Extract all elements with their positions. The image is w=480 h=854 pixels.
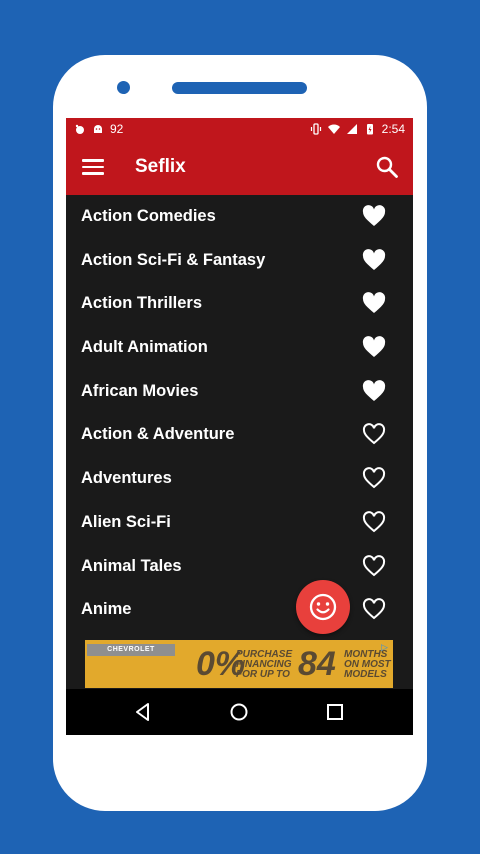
category-label: Adventures [81, 469, 172, 488]
list-item[interactable]: Action Sci-Fi & Fantasy [66, 239, 413, 283]
category-label: Action Comedies [81, 207, 216, 225]
heart-outline-icon[interactable] [362, 467, 386, 489]
search-icon[interactable] [375, 155, 399, 179]
fab-button[interactable] [296, 580, 350, 634]
hamburger-menu-icon[interactable] [82, 156, 104, 178]
list-item[interactable]: Action Thrillers [66, 282, 413, 326]
heart-outline-icon[interactable] [362, 510, 386, 533]
heart-outline-icon[interactable] [362, 598, 386, 620]
ad-months-line3: MODELS [344, 669, 387, 680]
ad-months-number: 84 [298, 645, 336, 683]
wifi-icon [327, 124, 340, 134]
list-item[interactable]: Animal Tales [66, 545, 413, 589]
phone-speaker [172, 82, 307, 94]
ad-line3: FOR UP TO [236, 669, 290, 680]
category-list: Action Comedies Action Sci-Fi & Fantasy Ac… [66, 195, 413, 632]
category-label: Alien Sci-Fi [81, 512, 171, 531]
ad-brand: CHEVROLET [87, 644, 175, 656]
category-label: Anime [81, 600, 132, 619]
app-title: Seflix [135, 156, 186, 177]
heart-filled-icon[interactable] [362, 292, 386, 314]
recents-square-icon[interactable] [324, 701, 346, 723]
heart-filled-icon[interactable] [362, 379, 386, 402]
list-item[interactable]: Action Comedies [66, 195, 413, 239]
app-screen: 92 2:54 Seflix Action Comedies Action Sc… [66, 118, 413, 735]
heart-filled-icon[interactable] [362, 205, 386, 227]
status-time: 2:54 [381, 122, 405, 136]
app-bar: Seflix [66, 140, 413, 195]
status-bar: 92 2:54 [66, 118, 413, 140]
list-item[interactable]: Adult Animation [66, 326, 413, 370]
battery-percent-label: 92 [110, 122, 124, 136]
category-label: Animal Tales [81, 556, 182, 575]
android-icon [94, 125, 102, 133]
ad-choices-icon[interactable]: ▷ [381, 642, 391, 652]
signal-icon [346, 124, 357, 134]
list-item[interactable]: Anime [66, 588, 413, 632]
list-item[interactable]: Adventures [66, 457, 413, 501]
category-label: Action Sci-Fi & Fantasy [81, 250, 266, 269]
home-circle-icon[interactable] [228, 701, 250, 723]
list-item[interactable]: African Movies [66, 370, 413, 414]
heart-filled-icon[interactable] [362, 248, 386, 271]
heart-outline-icon[interactable] [362, 554, 386, 577]
phone-camera [117, 81, 130, 94]
heart-filled-icon[interactable] [362, 336, 386, 358]
list-item[interactable]: Action & Adventure [66, 413, 413, 457]
weather-icon [75, 124, 84, 134]
category-label: African Movies [81, 381, 199, 400]
smiley-face-icon [309, 593, 337, 621]
vibrate-icon [310, 123, 321, 135]
heart-outline-icon[interactable] [362, 423, 386, 445]
list-item[interactable]: Alien Sci-Fi [66, 501, 413, 545]
ad-banner[interactable]: CHEVROLET 0% PURCHASE FINANCING FOR UP T… [85, 640, 393, 688]
category-label: Adult Animation [81, 338, 208, 357]
back-triangle-icon[interactable] [132, 701, 154, 723]
navigation-bar [66, 689, 413, 735]
category-label: Action & Adventure [81, 425, 235, 444]
category-label: Action Thrillers [81, 294, 203, 313]
battery-charging-icon [366, 124, 373, 135]
